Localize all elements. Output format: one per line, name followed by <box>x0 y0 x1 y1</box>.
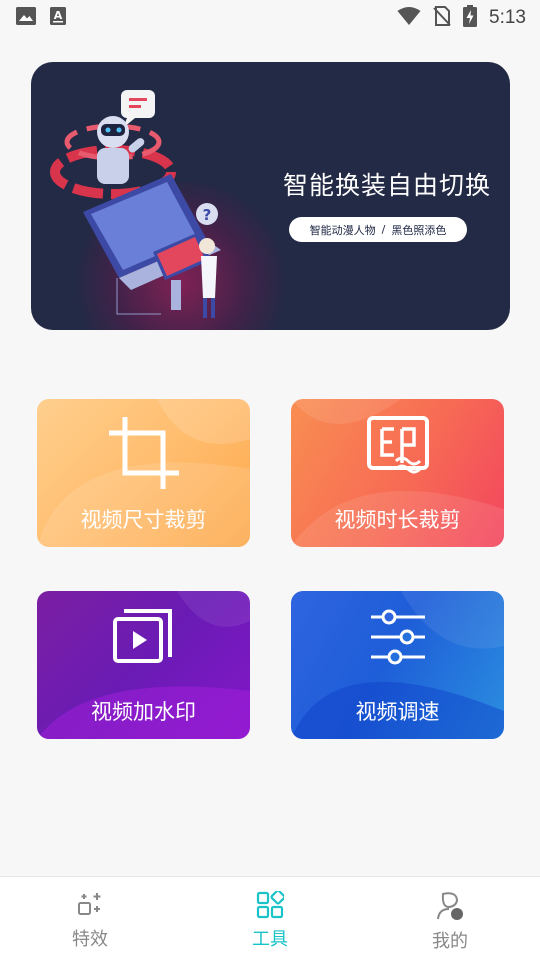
nav-tab-effects[interactable]: 特效 <box>0 877 180 960</box>
tool-label: 视频时长裁剪 <box>334 508 461 532</box>
nav-label: 工具 <box>252 929 288 950</box>
svg-text:A: A <box>54 9 63 22</box>
tool-label: 视频调速 <box>355 700 440 724</box>
status-bar: A 5:13 <box>0 0 540 36</box>
promo-banner[interactable]: ? 智能换装自由切换 智能动漫人物 / 黑色照添色 <box>31 62 510 330</box>
battery-charging-icon <box>463 5 478 31</box>
tool-video-duration-crop[interactable]: 视频时长裁剪 <box>291 399 504 547</box>
nav-label: 特效 <box>72 929 108 950</box>
chat-bubble-icon <box>121 90 155 128</box>
tool-video-watermark[interactable]: 视频加水印 <box>37 591 250 739</box>
nav-tab-profile[interactable]: 我的 <box>360 877 540 960</box>
bottom-nav: 特效 工具 我的 <box>0 876 540 960</box>
tagline-left: 智能动漫人物 <box>309 223 376 237</box>
banner-title: 智能换装自由切换 <box>283 171 492 200</box>
video-watermark-icon <box>112 607 176 671</box>
status-time: 5:13 <box>489 7 526 28</box>
tagline-separator: / <box>381 223 386 236</box>
tool-video-speed[interactable]: 视频调速 <box>291 591 504 739</box>
no-sim-icon <box>433 6 451 30</box>
svg-text:?: ? <box>203 206 212 224</box>
tool-label: 视频尺寸裁剪 <box>80 508 207 532</box>
tool-label: 视频加水印 <box>91 700 196 724</box>
sparkle-icon <box>76 891 104 923</box>
profile-icon <box>435 891 465 925</box>
wifi-icon <box>397 6 421 30</box>
nav-label: 我的 <box>432 931 468 952</box>
nav-tab-tools[interactable]: 工具 <box>180 877 360 960</box>
grid-icon <box>256 889 286 923</box>
crop-icon <box>107 415 181 495</box>
image-icon <box>16 7 36 29</box>
tool-video-size-crop[interactable]: 视频尺寸裁剪 <box>37 399 250 547</box>
robot-laptop-illustration: ? <box>50 90 221 318</box>
stamp-icon <box>366 415 430 485</box>
sliders-icon <box>367 607 429 671</box>
banner-tagline: 智能动漫人物 / 黑色照添色 <box>289 217 467 242</box>
a-keyboard-icon: A <box>50 7 66 29</box>
tagline-right: 黑色照添色 <box>391 223 447 237</box>
